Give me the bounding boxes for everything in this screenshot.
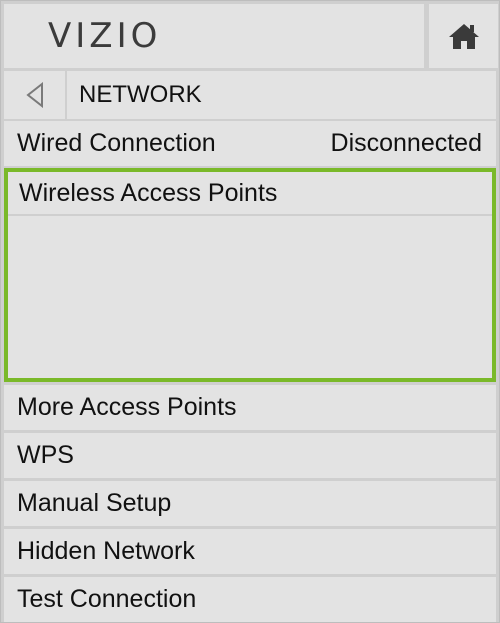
menu-item-label: Hidden Network (17, 537, 195, 565)
menu-item-label: Manual Setup (17, 489, 172, 517)
menu-item-label: WPS (17, 441, 74, 469)
vizio-logo: VIZIO (48, 16, 162, 56)
menu-item-manual-setup[interactable]: Manual Setup (4, 481, 496, 526)
header-bar: VIZIO (4, 4, 424, 68)
wireless-access-points-label: Wireless Access Points (19, 178, 278, 207)
menu-item-test-connection[interactable]: Test Connection (4, 577, 496, 622)
menu-item-wps[interactable]: WPS (4, 433, 496, 478)
menu-item-hidden-network[interactable]: Hidden Network (4, 529, 496, 574)
home-button[interactable] (429, 4, 498, 68)
home-icon (448, 24, 479, 49)
page-title-bar: NETWORK (67, 71, 496, 119)
menu-item-label: Test Connection (17, 585, 197, 613)
back-arrow-icon (25, 82, 43, 108)
wired-connection-label: Wired Connection (17, 129, 216, 157)
network-menu-panel: VIZIO NETWORK Wired Connection Disconnec… (0, 0, 500, 623)
menu-item-label: More Access Points (17, 393, 237, 421)
menu-item-wired-connection[interactable]: Wired Connection Disconnected (4, 121, 496, 166)
wireless-access-points-panel[interactable]: Wireless Access Points (4, 168, 496, 382)
wired-connection-status: Disconnected (330, 129, 482, 157)
menu-item-more-access-points[interactable]: More Access Points (4, 385, 496, 430)
page-title: NETWORK (79, 81, 202, 108)
back-button[interactable] (4, 71, 65, 119)
wireless-access-points-header: Wireless Access Points (8, 172, 492, 216)
